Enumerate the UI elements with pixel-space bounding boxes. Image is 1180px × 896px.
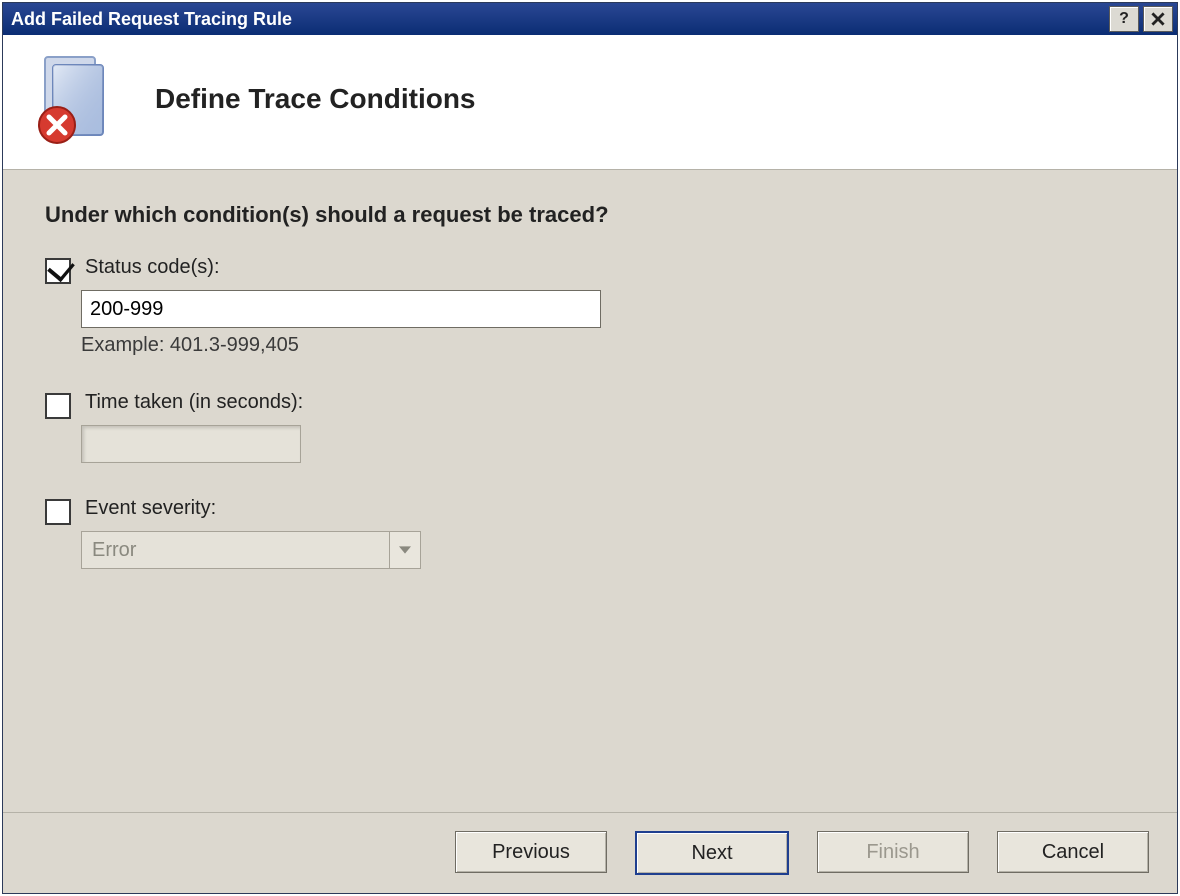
time-taken-input — [81, 425, 301, 463]
wizard-heading: Define Trace Conditions — [155, 83, 476, 115]
wizard-header: Define Trace Conditions — [3, 35, 1177, 170]
status-codes-row: Status code(s): — [45, 256, 1135, 284]
chevron-down-icon — [399, 544, 411, 556]
close-icon — [1151, 12, 1165, 26]
event-severity-selected: Error — [92, 539, 136, 562]
event-severity-label: Event severity: — [85, 497, 216, 520]
status-codes-checkbox[interactable] — [45, 258, 71, 284]
status-codes-input[interactable] — [81, 290, 601, 328]
window-title: Add Failed Request Tracing Rule — [11, 9, 1105, 30]
time-taken-section: Time taken (in seconds): — [45, 391, 1135, 463]
status-codes-label: Status code(s): — [85, 256, 220, 279]
event-severity-combobox: Error — [81, 531, 421, 569]
time-taken-row: Time taken (in seconds): — [45, 391, 1135, 419]
status-codes-section: Status code(s): Example: 401.3-999,405 — [45, 256, 1135, 357]
time-taken-checkbox[interactable] — [45, 393, 71, 419]
help-button[interactable]: ? — [1109, 6, 1139, 32]
previous-button[interactable]: Previous — [455, 831, 607, 873]
previous-button-label: Previous — [492, 841, 570, 864]
event-severity-row: Event severity: — [45, 497, 1135, 525]
cancel-button-label: Cancel — [1042, 841, 1104, 864]
finish-button-label: Finish — [866, 841, 919, 864]
wizard-body: Under which condition(s) should a reques… — [3, 170, 1177, 812]
time-taken-controls — [81, 425, 1135, 463]
event-severity-controls: Error — [81, 531, 1135, 569]
finish-button: Finish — [817, 831, 969, 873]
wizard-icon — [27, 53, 119, 145]
help-icon: ? — [1119, 10, 1129, 28]
event-severity-checkbox[interactable] — [45, 499, 71, 525]
event-severity-dropdown-button — [389, 532, 420, 568]
prompt-text: Under which condition(s) should a reques… — [45, 202, 1135, 228]
time-taken-label: Time taken (in seconds): — [85, 391, 303, 414]
status-codes-controls: Example: 401.3-999,405 — [81, 290, 1135, 357]
dialog-window: Add Failed Request Tracing Rule ? — [2, 2, 1178, 894]
cancel-button[interactable]: Cancel — [997, 831, 1149, 873]
next-button[interactable]: Next — [635, 831, 789, 875]
folder-error-icon — [27, 53, 119, 145]
next-button-label: Next — [691, 842, 732, 865]
close-button[interactable] — [1143, 6, 1173, 32]
status-codes-example: Example: 401.3-999,405 — [81, 334, 1135, 357]
event-severity-section: Event severity: Error — [45, 497, 1135, 569]
wizard-footer: Previous Next Finish Cancel — [3, 812, 1177, 893]
titlebar: Add Failed Request Tracing Rule ? — [3, 3, 1177, 35]
